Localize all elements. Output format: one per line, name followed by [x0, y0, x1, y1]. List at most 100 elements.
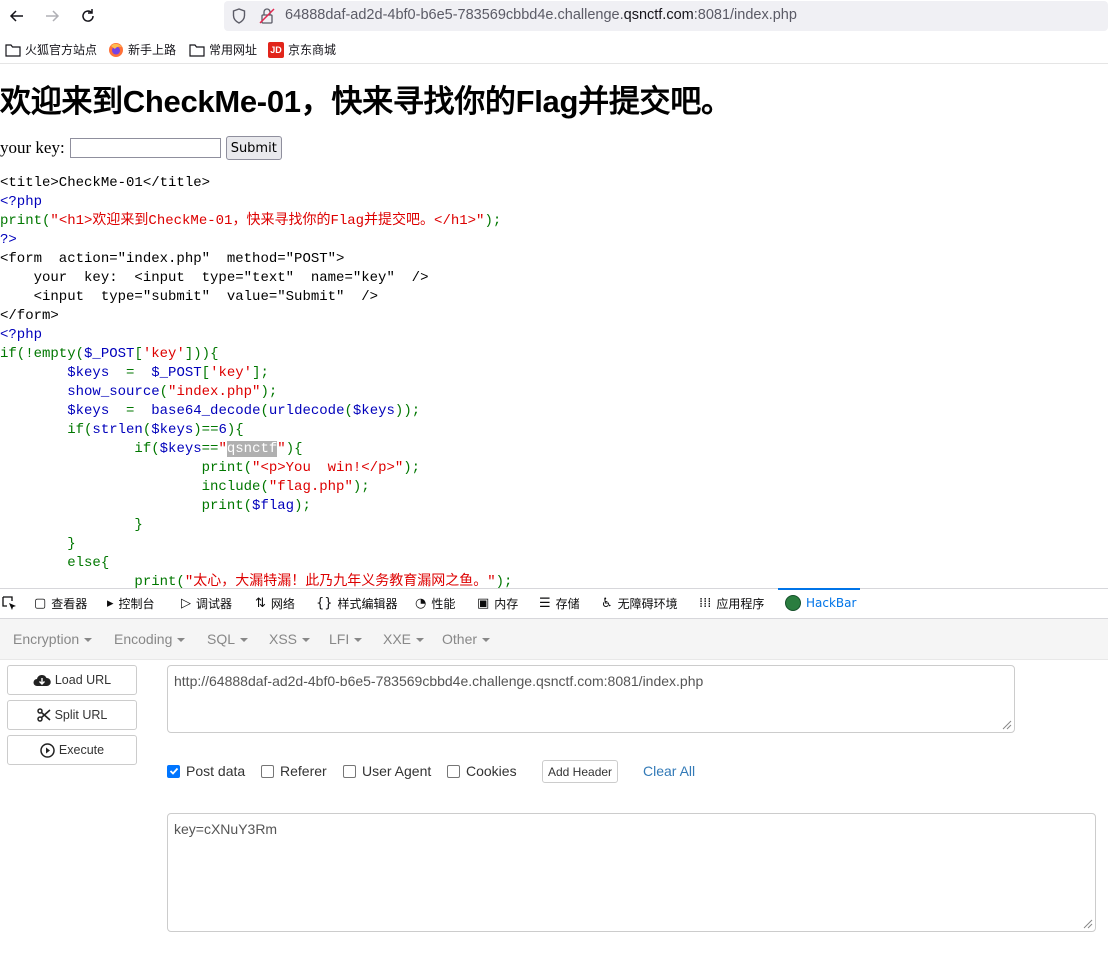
- tab-accessibility[interactable]: ♿ 无障碍环境: [601, 595, 678, 612]
- source-token: );: [403, 460, 421, 476]
- clear-all-link[interactable]: Clear All: [643, 763, 695, 779]
- source-token: ": [218, 441, 227, 457]
- source-line: include("flag.php");: [0, 478, 512, 497]
- back-button[interactable]: [6, 5, 28, 27]
- tab-label: 无障碍环境: [617, 597, 678, 611]
- menu-xss[interactable]: XSS: [269, 631, 310, 647]
- source-token: ){: [226, 422, 244, 438]
- source-line: ?>: [0, 231, 512, 250]
- cookies-option[interactable]: Cookies: [447, 763, 517, 779]
- source-line: else{: [0, 554, 512, 573]
- menu-lfi[interactable]: LFI: [329, 631, 362, 647]
- folder-icon: [5, 43, 21, 57]
- source-token: $keys: [352, 403, 395, 419]
- element-picker-icon[interactable]: [2, 596, 17, 611]
- shield-icon[interactable]: [232, 8, 246, 24]
- submit-button[interactable]: Submit: [225, 136, 282, 160]
- source-line: <title>CheckMe-01</title>: [0, 174, 512, 193]
- source-token: );: [260, 384, 278, 400]
- tab-inspector[interactable]: ▢ 查看器: [34, 595, 87, 612]
- tab-memory[interactable]: ▣ 内存: [477, 595, 518, 612]
- source-token: $flag: [252, 498, 295, 514]
- source-token: );: [352, 479, 370, 495]
- load-url-button[interactable]: Load URL: [7, 665, 137, 695]
- source-token: $_POST: [84, 346, 135, 362]
- php-source-code: <title>CheckMe-01</title> <?php print("<h1…: [0, 174, 512, 589]
- page-heading: 欢迎来到CheckMe-01，快来寻找你的Flag并提交吧。: [0, 84, 732, 119]
- tab-label: 查看器: [51, 597, 88, 611]
- source-token: ==: [201, 441, 219, 457]
- option-label: Cookies: [466, 763, 517, 779]
- source-line: if(strlen($keys)==6){: [0, 421, 512, 440]
- tab-application[interactable]: ⁞⁞⁞ 应用程序: [699, 595, 764, 612]
- post-data-textarea[interactable]: key=cXNuY3Rm: [167, 813, 1096, 932]
- source-token: $keys: [159, 441, 202, 457]
- source-line: if($keys=="qsnctf"){: [0, 440, 512, 459]
- console-icon: ▸: [107, 596, 114, 611]
- forward-button[interactable]: [41, 5, 63, 27]
- menu-encryption[interactable]: Encryption: [13, 631, 92, 647]
- resize-grip-icon[interactable]: [1081, 917, 1093, 929]
- post-data-option[interactable]: Post data: [167, 763, 245, 779]
- source-token: ?>: [0, 232, 17, 248]
- tab-performance[interactable]: ◔ 性能: [415, 595, 455, 612]
- navigation-toolbar: 64888daf-ad2d-4bf0-b6e5-783569cbbd4e.cha…: [0, 0, 1108, 33]
- key-input[interactable]: [69, 138, 221, 158]
- source-token: ])){: [184, 346, 219, 362]
- post-data-checkbox[interactable]: [167, 764, 180, 778]
- menu-xxe[interactable]: XXE: [383, 631, 424, 647]
- source-token: ": [277, 441, 286, 457]
- source-token: =: [126, 365, 152, 381]
- menu-encoding[interactable]: Encoding: [114, 631, 185, 647]
- bookmark-firefox-official[interactable]: 火狐官方站点: [5, 41, 97, 58]
- referer-checkbox[interactable]: [261, 764, 274, 778]
- source-token: (: [159, 384, 169, 400]
- source-line: print("<h1>欢迎来到CheckMe-01，快来寻找你的Flag并提交吧…: [0, 212, 512, 231]
- tab-label: 控制台: [118, 597, 155, 611]
- insecure-lock-icon[interactable]: [259, 7, 275, 25]
- menu-sql[interactable]: SQL: [207, 631, 248, 647]
- cookies-checkbox[interactable]: [447, 764, 460, 778]
- memory-chip-icon: ▣: [477, 596, 490, 611]
- source-line: <?php: [0, 193, 512, 212]
- source-token: strlen: [92, 422, 143, 438]
- tab-network[interactable]: ⇅ 网络: [255, 595, 295, 612]
- add-header-button[interactable]: Add Header: [542, 760, 619, 783]
- bookmark-getting-started[interactable]: 新手上路: [108, 41, 176, 58]
- button-label: Execute: [58, 743, 105, 757]
- tab-hackbar[interactable]: HackBar: [785, 595, 856, 611]
- url-text[interactable]: 64888daf-ad2d-4bf0-b6e5-783569cbbd4e.cha…: [285, 7, 797, 23]
- split-url-button[interactable]: Split URL: [7, 700, 137, 730]
- url-domain: qsnctf.com: [623, 7, 694, 23]
- source-token: [0, 403, 67, 419]
- source-token: }: [0, 517, 143, 533]
- source-token: $_POST: [151, 365, 202, 381]
- network-icon: ⇅: [255, 596, 266, 611]
- execute-button[interactable]: Execute: [7, 735, 137, 765]
- braces-icon: {}: [316, 596, 333, 611]
- reload-button[interactable]: [77, 5, 99, 27]
- tab-console[interactable]: ▸ 控制台: [107, 595, 155, 612]
- user-agent-option[interactable]: User Agent: [343, 763, 431, 779]
- source-line: $keys = $_POST['key'];: [0, 364, 512, 383]
- bookmark-jd-mall[interactable]: JD 京东商城: [268, 41, 336, 58]
- tab-debugger[interactable]: ▷ 调试器: [181, 595, 232, 612]
- tab-storage[interactable]: ☰ 存储: [539, 595, 580, 612]
- referer-option[interactable]: Referer: [261, 763, 327, 779]
- source-token: base64_decode: [151, 403, 261, 419]
- address-bar[interactable]: 64888daf-ad2d-4bf0-b6e5-783569cbbd4e.cha…: [224, 1, 1108, 31]
- source-token: print(: [0, 460, 253, 476]
- menu-other[interactable]: Other: [442, 631, 490, 647]
- url-textarea[interactable]: http://64888daf-ad2d-4bf0-b6e5-783569cbb…: [167, 665, 1015, 733]
- tab-label: 网络: [270, 597, 295, 611]
- tab-style-editor[interactable]: {} 样式编辑器: [316, 595, 398, 612]
- user-agent-checkbox[interactable]: [343, 764, 356, 778]
- hackbar-panel: Load URL Split URL Execute http://64888d…: [0, 660, 1108, 958]
- source-token: your key: <input type="text" name="key" …: [0, 270, 429, 286]
- bookmark-common-sites[interactable]: 常用网址: [189, 41, 257, 58]
- source-token: ];: [252, 365, 269, 381]
- source-token: =: [126, 403, 152, 419]
- source-token: qsnctf: [226, 441, 278, 457]
- button-label: Load URL: [54, 673, 112, 687]
- resize-grip-icon[interactable]: [1000, 718, 1012, 730]
